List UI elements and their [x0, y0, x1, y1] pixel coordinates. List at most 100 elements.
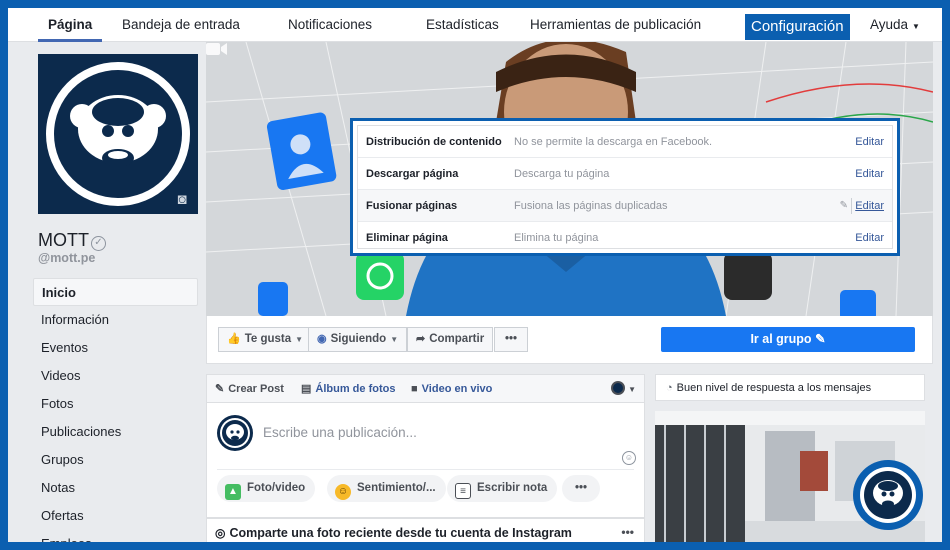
- brand-badge: [853, 460, 923, 530]
- write-note-label: Escribir nota: [477, 482, 548, 494]
- sidebar-item-fotos[interactable]: Fotos: [33, 390, 198, 418]
- rss-icon: ◉: [317, 333, 327, 345]
- album-icon: ▤: [301, 383, 312, 395]
- like-button[interactable]: 👍 Te gusta ▼: [218, 327, 313, 352]
- note-icon: ≡: [455, 483, 471, 499]
- tab-bandeja[interactable]: Bandeja de entrada: [122, 8, 240, 42]
- more-options-button[interactable]: •••: [562, 475, 600, 502]
- pencil-icon: ✎: [215, 383, 225, 395]
- post-input[interactable]: Escribe una publicación...: [263, 425, 417, 440]
- instagram-card-text: Comparte una foto reciente desde tu cuen…: [229, 526, 572, 540]
- sidebar-item-grupos[interactable]: Grupos: [33, 446, 198, 474]
- response-rate-text-row: ◔ Buen nivel de respuesta a los mensajes: [666, 375, 871, 401]
- chevron-down-icon: ▼: [390, 335, 399, 344]
- ayuda-label: Ayuda: [870, 17, 909, 32]
- settings-row-descargar[interactable]: Descargar página Descarga tu página Edit…: [358, 158, 892, 190]
- sidebar-item-eventos[interactable]: Eventos: [33, 334, 198, 362]
- response-rate-label: Buen nivel de respuesta a los mensajes: [676, 382, 872, 394]
- settings-row-fusionar[interactable]: Fusionar páginas Fusiona las páginas dup…: [358, 190, 892, 222]
- edit-link[interactable]: Editar: [855, 158, 884, 190]
- chat-bubble-icon: ◔: [666, 382, 673, 394]
- emoji-icon[interactable]: ☺: [622, 451, 636, 465]
- composer-tabs: ✎ Crear Post ▤ Álbum de fotos ■ Video en vi…: [207, 375, 644, 403]
- monkey-logo-icon: [46, 62, 190, 206]
- settings-row-description: No se permite la descarga en Facebook.: [514, 136, 713, 148]
- sidebar-item-publicaciones[interactable]: Publicaciones: [33, 418, 198, 446]
- sidebar-item-inicio[interactable]: Inicio: [33, 278, 198, 306]
- instagram-share-card: ◎ Comparte una foto reciente desde tu cue…: [206, 518, 645, 542]
- smiley-icon: ☺: [335, 484, 351, 500]
- edit-link[interactable]: Editar: [855, 126, 884, 158]
- tab-herramientas[interactable]: Herramientas de publicación: [530, 8, 701, 42]
- photo-album-tab[interactable]: ▤ Álbum de fotos: [301, 375, 395, 403]
- page-name-text: MOTT: [38, 230, 89, 250]
- response-rate-badge: ◔ Buen nivel de respuesta a los mensajes: [655, 374, 925, 401]
- photo-album-label: Álbum de fotos: [315, 383, 396, 395]
- tab-estadisticas[interactable]: Estadísticas: [426, 8, 499, 42]
- page-handle[interactable]: @mott.pe: [38, 251, 95, 265]
- profile-picture[interactable]: ◙: [38, 54, 198, 214]
- chevron-down-icon: ▼: [295, 335, 304, 344]
- divider: [217, 469, 634, 470]
- go-to-group-label: Ir al grupo: [750, 332, 812, 346]
- sidebar-item-ofertas[interactable]: Ofertas: [33, 502, 198, 530]
- following-label: Siguiendo: [330, 333, 387, 345]
- live-video-label: Video en vivo: [421, 383, 493, 395]
- share-button[interactable]: ➦ Compartir: [407, 327, 494, 352]
- monkey-logo-icon: [220, 418, 250, 448]
- feeling-label: Sentimiento/...: [357, 482, 436, 494]
- audience-selector[interactable]: ▼: [611, 381, 636, 395]
- settings-row-label: Descargar página: [366, 168, 459, 180]
- sidebar-item-notas[interactable]: Notas: [33, 474, 198, 502]
- sidebar-item-informacion[interactable]: Información: [33, 306, 198, 334]
- camera-icon[interactable]: ◙: [172, 192, 192, 208]
- tab-ayuda[interactable]: Ayuda ▼: [870, 8, 920, 42]
- page-avatar-icon: [611, 381, 626, 395]
- settings-row-label: Eliminar página: [366, 232, 448, 244]
- pencil-icon: ✎: [839, 200, 848, 211]
- avatar: [217, 415, 253, 451]
- feeling-button[interactable]: ☺ Sentimiento/...: [327, 475, 446, 502]
- instagram-card-title: ◎ Comparte una foto reciente desde tu cue…: [215, 526, 572, 540]
- facebook-page: Página Bandeja de entrada Notificaciones…: [8, 8, 942, 542]
- photo-icon: ▲: [225, 484, 241, 500]
- tab-configuracion[interactable]: Configuración: [745, 14, 850, 40]
- share-arrow-icon: ➦: [416, 333, 426, 345]
- tab-pagina[interactable]: Página: [38, 8, 103, 42]
- more-options-button[interactable]: •••: [494, 327, 528, 352]
- settings-row-label: Distribución de contenido: [366, 136, 502, 148]
- photo-video-button[interactable]: ▲ Foto/video: [217, 475, 316, 502]
- go-to-group-button[interactable]: Ir al grupo ✎: [661, 327, 915, 352]
- monkey-logo-icon: [855, 462, 921, 528]
- settings-row-label: Fusionar páginas: [366, 200, 458, 212]
- settings-row-distribucion[interactable]: Distribución de contenido No se permite …: [358, 126, 892, 158]
- chevron-down-icon: ▼: [628, 385, 636, 394]
- video-camera-icon[interactable]: [206, 42, 228, 56]
- edit-link[interactable]: Editar: [855, 222, 884, 254]
- settings-popup: Distribución de contenido No se permite …: [350, 118, 900, 256]
- sidebar-item-videos[interactable]: Videos: [33, 362, 198, 390]
- instagram-icon: ◎: [215, 526, 226, 540]
- sidebar-item-empleos[interactable]: Empleos: [33, 530, 198, 542]
- write-note-button[interactable]: ≡ Escribir nota: [447, 475, 558, 502]
- settings-row-description: Descarga tu página: [514, 168, 610, 180]
- page-top-nav: Página Bandeja de entrada Notificaciones…: [8, 8, 942, 42]
- more-options-button[interactable]: •••: [621, 525, 634, 539]
- settings-row-description: Elimina tu página: [514, 232, 599, 244]
- photo-video-label: Foto/video: [247, 482, 306, 494]
- thumbs-up-icon: 👍: [227, 333, 241, 345]
- create-post-label: Crear Post: [228, 383, 284, 395]
- settings-row-eliminar[interactable]: Eliminar página Elimina tu página Editar: [358, 222, 892, 254]
- following-button[interactable]: ◉ Siguiendo ▼: [308, 327, 408, 352]
- edit-link[interactable]: Editar: [855, 190, 884, 222]
- post-composer: ✎ Crear Post ▤ Álbum de fotos ■ Video en vi…: [206, 374, 645, 518]
- page-title: MOTT ✓: [38, 230, 106, 251]
- create-post-tab[interactable]: ✎ Crear Post: [215, 375, 284, 403]
- page-side-nav: Inicio Información Eventos Videos Fotos …: [33, 278, 198, 542]
- live-video-tab[interactable]: ■ Video en vivo: [411, 375, 492, 403]
- verified-icon: ✓: [91, 236, 106, 251]
- settings-list: Distribución de contenido No se permite …: [357, 125, 893, 249]
- divider: [851, 198, 852, 214]
- tab-notificaciones[interactable]: Notificaciones: [288, 8, 372, 42]
- settings-row-description: Fusiona las páginas duplicadas: [514, 200, 668, 212]
